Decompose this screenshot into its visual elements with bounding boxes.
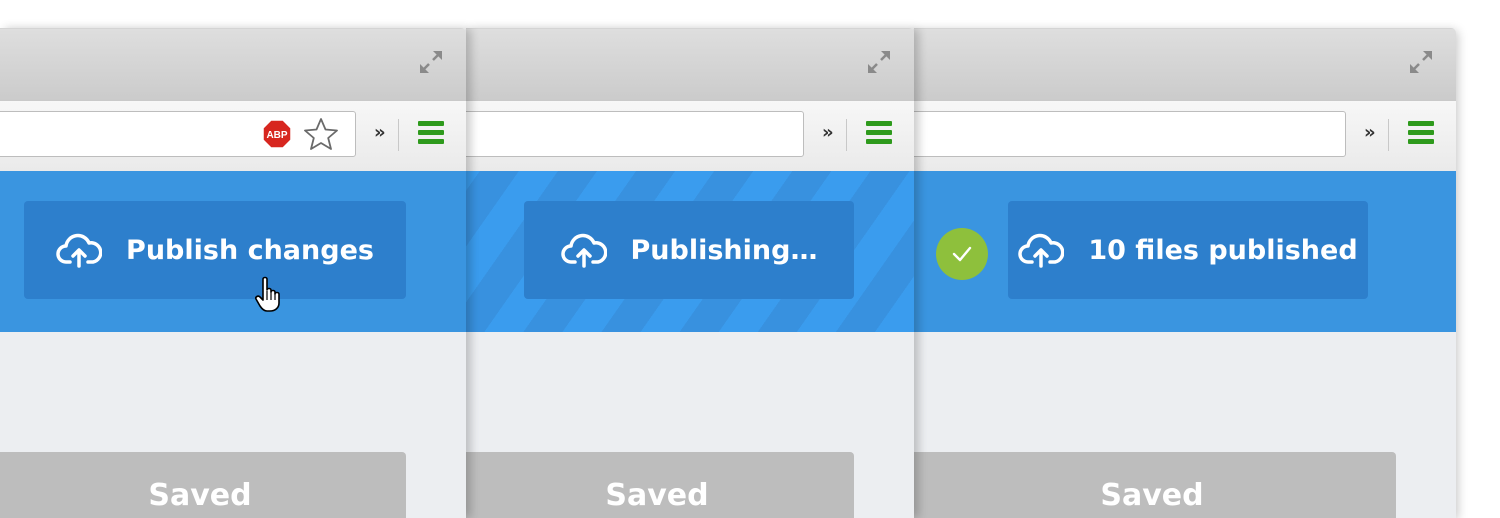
overflow-chevron[interactable]: » [1364,121,1376,145]
saved-button: Saved [914,452,1396,518]
published-label: 10 files published [1088,234,1358,266]
publish-label: Publish changes [126,234,374,266]
expand-icon[interactable] [416,47,446,77]
svg-text:ABP: ABP [266,130,287,141]
files-published-button[interactable]: 10 files published [1008,201,1368,299]
cloud-upload-icon [1018,233,1065,268]
browser-toolbar: » [914,100,1456,172]
browser-toolbar: » [466,100,914,172]
cloud-upload-icon [560,233,607,268]
bookmark-star-icon[interactable] [303,117,339,151]
publish-changes-button[interactable]: Publish changes [24,201,406,299]
browser-toolbar: ABP » [0,100,466,172]
address-bar[interactable] [466,111,804,157]
overflow-chevron[interactable]: » [822,121,834,145]
expand-icon[interactable] [1406,47,1436,77]
publish-banner: Publish changes [0,171,466,332]
saved-button: Saved [0,452,406,518]
publish-banner-progress: Publishing… [466,171,914,332]
browser-window-publish: ABP » Publish changes Saved [0,28,466,518]
abp-icon[interactable]: ABP [261,118,293,150]
menu-icon[interactable] [866,121,892,147]
browser-window-publishing: » Publishing… Saved [466,28,914,518]
address-bar[interactable]: ABP [0,111,356,157]
toolbar-divider [1388,119,1389,151]
menu-icon[interactable] [1408,121,1434,147]
title-bar [914,28,1456,101]
publishing-label: Publishing… [630,234,818,266]
address-bar[interactable] [914,111,1346,157]
publish-banner: 10 files published [914,171,1456,332]
cloud-upload-icon [56,233,103,268]
toolbar-divider [846,119,847,151]
menu-icon[interactable] [418,121,444,147]
publishing-button: Publishing… [524,201,854,299]
browser-window-published: » 10 files published Saved [914,28,1456,518]
toolbar-divider [398,119,399,151]
expand-icon[interactable] [864,47,894,77]
hand-cursor-icon [255,276,280,312]
title-bar [0,28,466,101]
overflow-chevron[interactable]: » [374,121,386,145]
title-bar [466,28,914,101]
success-check-icon [936,228,988,280]
saved-button: Saved [466,452,854,518]
